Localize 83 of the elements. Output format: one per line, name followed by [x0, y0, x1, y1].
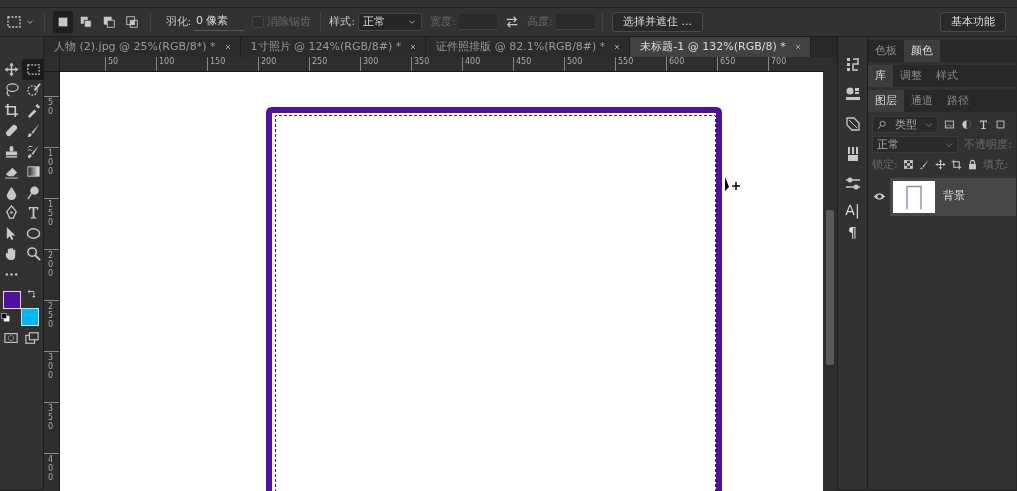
ruler-label: 50 — [105, 57, 156, 71]
panel-tab[interactable]: 通道 — [904, 90, 940, 112]
workspace-button[interactable]: 基本功能 — [939, 11, 1006, 33]
lock-icon[interactable] — [966, 159, 978, 171]
ruler-label: 300 — [360, 57, 411, 71]
type-filter-icon[interactable] — [978, 119, 989, 131]
eye-icon[interactable] — [872, 190, 886, 203]
foreground-color-swatch[interactable] — [3, 290, 21, 309]
search-icon — [877, 119, 887, 130]
marquee-icon[interactable] — [22, 59, 44, 80]
swap-colors-icon[interactable] — [27, 288, 37, 299]
ruler-label: 300 — [48, 354, 55, 381]
height-field[interactable] — [555, 14, 594, 30]
ruler-label: 350 — [48, 405, 55, 432]
ruler-label: 500 — [564, 57, 615, 71]
ruler-label: 200 — [48, 252, 55, 279]
panel-tab[interactable]: 调整 — [893, 65, 929, 87]
paragraph-panel-button[interactable]: ¶ — [848, 221, 857, 243]
cursor-icon — [725, 177, 741, 191]
ruler-label: 700 — [768, 57, 819, 71]
layer-thumbnail — [893, 180, 935, 213]
scrollbar[interactable] — [823, 57, 837, 491]
document-tab[interactable]: 未标题-1 @ 132%(RGB/8) * — [630, 37, 811, 57]
feather-label: 羽化: — [165, 13, 192, 30]
ruler-label: 650 — [717, 57, 768, 71]
blend-mode-dropdown[interactable]: 正常 — [872, 136, 959, 154]
width-field[interactable] — [458, 14, 497, 30]
panel-tab[interactable]: 颜色 — [904, 40, 940, 62]
close-icon[interactable] — [223, 43, 232, 51]
panel-tab[interactable]: 路径 — [940, 90, 976, 112]
panel-tab[interactable]: 样式 — [929, 65, 965, 87]
history-icon[interactable] — [844, 56, 861, 72]
close-icon[interactable] — [793, 43, 802, 51]
caret-icon — [925, 120, 933, 129]
ruler-label: 450 — [513, 57, 564, 71]
image-filter-icon[interactable] — [944, 119, 955, 131]
ruler-label: 200 — [258, 57, 309, 71]
close-icon[interactable] — [409, 43, 418, 51]
style-label: 样式: — [329, 13, 356, 30]
panel-tab[interactable]: 色板 — [868, 40, 904, 62]
filter-value: 类型 — [895, 116, 917, 133]
lock-paint-icon[interactable] — [918, 159, 930, 171]
character-panel-button[interactable]: A| — [845, 199, 860, 221]
marquee-icon[interactable] — [6, 14, 22, 30]
transform-icon[interactable] — [844, 116, 861, 132]
style-dropdown[interactable]: 正常 — [357, 13, 422, 31]
ruler-label: 600 — [666, 57, 717, 71]
layer-name: 背景 — [943, 188, 965, 205]
layer-filter-dropdown[interactable]: 类型 — [872, 116, 938, 134]
ruler-label: 100 — [48, 150, 55, 177]
quick-mask-icon[interactable] — [3, 331, 18, 346]
default-colors-icon[interactable] — [1, 312, 10, 322]
ruler-label: 400 — [48, 456, 55, 483]
feather-field[interactable]: 0 像素 — [193, 13, 244, 31]
ruler-label: 400 — [462, 57, 513, 71]
layer-row[interactable]: 背景 — [890, 177, 1016, 216]
panel-tab[interactable]: 库 — [868, 65, 893, 87]
intersect-selection-icon — [124, 15, 139, 29]
caret-icon — [945, 140, 954, 149]
background-color-swatch[interactable] — [21, 307, 39, 326]
ruler-label: 150 — [48, 201, 55, 228]
selection-mode-button[interactable] — [53, 11, 74, 33]
ruler-label: 50 — [48, 99, 55, 117]
panel-tab[interactable]: 图层 — [868, 90, 904, 112]
ruler-label: 100 — [156, 57, 207, 71]
ruler-label: 350 — [411, 57, 462, 71]
lock-pixels-icon[interactable] — [902, 159, 914, 171]
ruler-label: 250 — [309, 57, 360, 71]
ruler-label: 150 — [207, 57, 258, 71]
screen-mode-icon[interactable] — [25, 331, 40, 346]
subtract-selection-icon — [101, 15, 116, 29]
add-selection-icon — [79, 15, 93, 29]
select-and-mask-button[interactable]: 选择并遮住 ... — [612, 11, 704, 33]
lock-position-icon[interactable] — [934, 159, 946, 171]
swap-icon[interactable] — [504, 15, 519, 29]
sliders-icon[interactable] — [844, 176, 861, 192]
ruler-label: 250 — [48, 303, 55, 330]
ruler-label: 550 — [615, 57, 666, 71]
shape-filter-icon[interactable] — [995, 119, 1006, 131]
close-icon[interactable] — [613, 43, 622, 51]
adjustment-filter-icon[interactable] — [961, 119, 972, 131]
lock-artboard-icon[interactable] — [950, 159, 962, 171]
adjustments-icon[interactable] — [844, 86, 861, 102]
